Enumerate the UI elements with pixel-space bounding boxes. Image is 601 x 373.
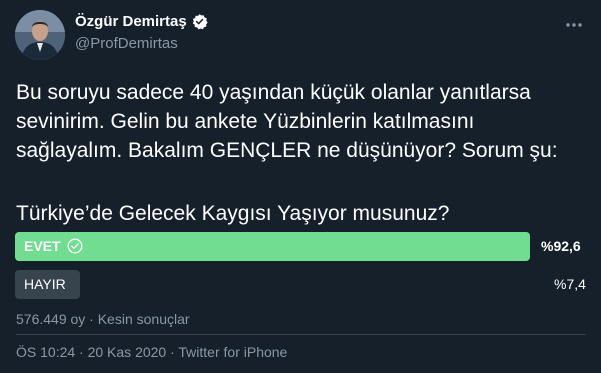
poll-option-percent: %7,4 (554, 276, 586, 292)
tweet-card: Özgür Demirtaş @ProfDemirtas Bu soruyu s… (0, 0, 601, 373)
divider (16, 334, 586, 335)
poll-bar-evet (15, 232, 530, 261)
poll-option-hayir: HAYIR %7,4 (15, 270, 586, 299)
author-name-text[interactable]: Özgür Demirtaş (75, 13, 187, 30)
tweet-line: sevinirim. Gelin bu ankete Yüzbinlerin k… (16, 110, 475, 133)
poll-question: Türkiye’de Gelecek Kaygısı Yaşıyor musun… (16, 202, 450, 225)
check-circle-icon (67, 238, 83, 254)
verified-badge-icon (191, 13, 208, 30)
author-display-name[interactable]: Özgür Demirtaş (75, 13, 208, 30)
author-handle[interactable]: @ProfDemirtas (75, 35, 178, 52)
poll-option-label: HAYIR (24, 276, 66, 292)
avatar-photo (15, 10, 65, 60)
poll-option-label: EVET (24, 238, 83, 254)
poll-option-percent: %92,6 (541, 238, 581, 254)
tweet-timestamp[interactable]: ÖS 10:24 · 20 Kas 2020 · Twitter for iPh… (16, 344, 287, 360)
tweet-line: sağlayalım. Bakalım GENÇLER ne düşünüyor… (16, 139, 558, 162)
tweet-body: Bu soruyu sadece 40 yaşından küçük olanl… (16, 78, 586, 165)
more-options-icon[interactable] (563, 14, 585, 36)
avatar[interactable] (15, 10, 65, 60)
poll-option-text: HAYIR (24, 276, 66, 292)
tweet-line: Bu soruyu sadece 40 yaşından küçük olanl… (16, 81, 531, 104)
poll-option-text: EVET (24, 238, 61, 254)
poll-option-evet: EVET %92,6 (15, 232, 585, 261)
poll-vote-summary: 576.449 oy · Kesin sonuçlar (16, 311, 190, 327)
